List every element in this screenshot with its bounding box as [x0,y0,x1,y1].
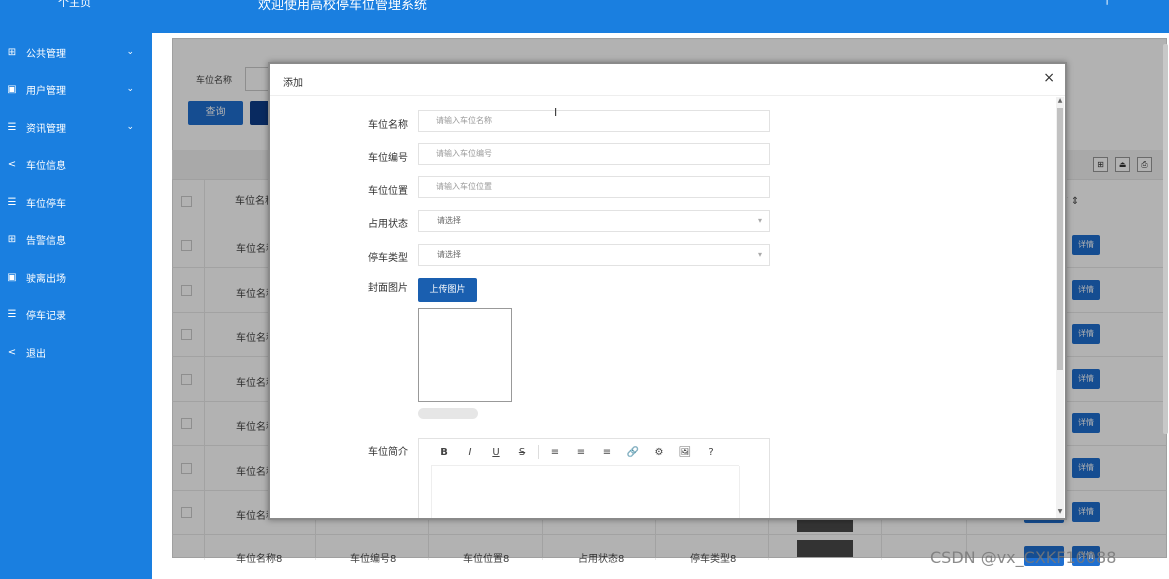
doc-icon: ▣ [7,83,17,95]
status-select[interactable]: 请选择 ▾ [418,210,770,232]
chevron-down-icon: ⌄ [126,122,134,132]
italic-icon[interactable]: I [457,447,483,458]
dialog-body: 车位名称 请输入车位名称 车位编号 请输入车位编号 车位位置 请输入车位位置 占… [270,97,1065,518]
doc-icon: ▣ [7,271,17,283]
list-icon: ☰ [7,196,17,208]
sidebar-item[interactable]: ☰ 资讯管理 ⌄ [0,115,152,139]
name-input[interactable]: 请输入车位名称 [418,110,770,132]
dialog-title: 添加 [283,78,303,89]
sidebar-item[interactable]: ▣ 用户管理 ⌄ [0,77,152,101]
sidebar-item[interactable]: ⊞ 告警信息 [0,227,152,251]
upload-image-button[interactable]: 上传图片 [418,278,477,302]
share-icon: < [7,158,17,170]
image-preview [418,308,512,402]
list-icon: ☰ [7,308,17,320]
type-select[interactable]: 请选择 ▾ [418,244,770,266]
underline-icon[interactable]: U [483,447,509,458]
grid-icon: ⊞ [7,233,17,245]
toolbar-separator [538,445,539,459]
sidebar-item-label: 用户管理 [26,85,66,97]
rich-text-editor[interactable]: B I U S ≡ ≡ ≡ 🔗 ⚙ 🖼? [418,438,770,518]
sidebar-item-label: 驶离出场 [26,273,66,285]
sidebar-item[interactable]: ☰ 停车记录 [0,302,152,326]
sidebar-item-label: 停车记录 [26,310,66,322]
watermark: CSDN @vx_CXKF10088 [930,548,1117,567]
editor-toolbar: B I U S ≡ ≡ ≡ 🔗 ⚙ 🖼? [431,439,739,466]
close-icon[interactable]: × [1043,70,1055,86]
sidebar-item-label: 车位信息 [26,160,66,172]
header-divider: | [1105,0,1109,5]
page-title: 欢迎使用高校停车位管理系统 [258,0,428,13]
help-icon[interactable]: ? [698,447,724,458]
sidebar-item[interactable]: < 车位信息 [0,152,152,176]
sidebar-item-label: 退出 [26,348,46,360]
dialog-scrollbar-thumb[interactable] [1057,108,1063,370]
align-center-icon[interactable]: ≡ [568,447,594,458]
chevron-down-icon: ▾ [757,216,762,225]
code-input[interactable]: 请输入车位编号 [418,143,770,165]
type-select-value: 请选择 [437,250,461,259]
editor-border [739,466,740,518]
sidebar-item-label: 车位停车 [26,198,66,210]
field-label-code: 车位编号 [368,153,408,164]
sidebar-item-label: 资讯管理 [26,123,66,135]
bold-icon[interactable]: B [431,447,457,458]
editor-border [431,466,432,518]
align-left-icon[interactable]: ≡ [542,447,568,458]
page-scrollbar[interactable] [1163,44,1168,434]
field-label-cover: 封面图片 [368,283,408,294]
sidebar-item[interactable]: < 退出 [0,340,152,364]
field-label-status: 占用状态 [368,219,408,230]
scroll-up-icon[interactable]: ▲ [1056,97,1064,104]
home-link[interactable]: 个主页 [58,0,91,10]
location-input[interactable]: 请输入车位位置 [418,176,770,198]
add-dialog: 添加 × 车位名称 请输入车位名称 车位编号 请输入车位编号 车位位置 请输入车… [268,62,1067,520]
field-label-location: 车位位置 [368,186,408,197]
sidebar-item[interactable]: ▣ 驶离出场 [0,265,152,289]
scroll-down-icon[interactable]: ▼ [1056,508,1064,515]
sidebar-item-label: 告警信息 [26,235,66,247]
sidebar-item[interactable]: ☰ 车位停车 [0,190,152,214]
upload-progress [418,408,478,419]
share-icon: < [7,346,17,358]
text-cursor-icon: I [554,106,558,119]
settings-icon[interactable]: ⚙ [646,447,672,458]
chevron-down-icon: ▾ [757,250,762,259]
list-icon: ☰ [7,121,17,133]
image-icon[interactable]: 🖼 [672,447,698,458]
chevron-down-icon: ⌄ [126,84,134,94]
field-label-intro: 车位简介 [368,447,408,458]
strikethrough-icon[interactable]: S [509,447,535,458]
field-label-name: 车位名称 [368,120,408,131]
link-icon[interactable]: 🔗 [620,447,646,458]
field-label-type: 停车类型 [368,253,408,264]
sidebar-item-label: 公共管理 [26,48,66,60]
chevron-down-icon: ⌄ [126,47,134,57]
align-right-icon[interactable]: ≡ [594,447,620,458]
status-select-value: 请选择 [437,216,461,225]
sidebar-item[interactable]: ⊞ 公共管理 ⌄ [0,40,152,64]
dialog-header: 添加 × [270,64,1065,96]
top-header: 个主页 欢迎使用高校停车位管理系统 | [0,0,1169,33]
grid-icon: ⊞ [7,46,17,58]
